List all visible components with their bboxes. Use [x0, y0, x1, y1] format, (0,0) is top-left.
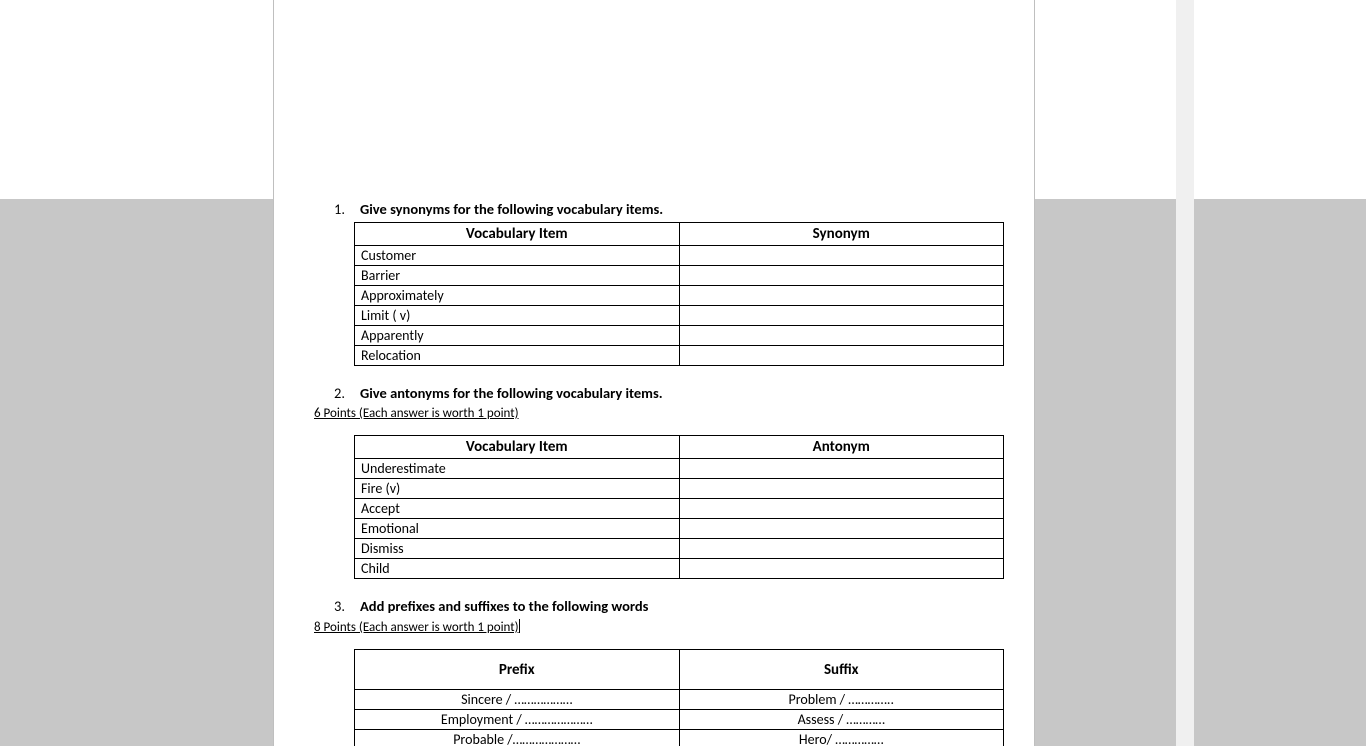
q3-points: 8 Points (Each answer is worth 1 point)	[314, 619, 994, 635]
cell[interactable]: Child	[355, 559, 680, 579]
cell[interactable]: Dismiss	[355, 539, 680, 559]
th-synonym: Synonym	[679, 223, 1004, 246]
th-vocab-item: Vocabulary Item	[355, 436, 680, 459]
th-suffix: Suffix	[679, 650, 1004, 690]
table-row: Apparently	[355, 326, 1004, 346]
cell[interactable]	[679, 326, 1004, 346]
th-antonym: Antonym	[679, 436, 1004, 459]
th-vocab-item: Vocabulary Item	[355, 223, 680, 246]
cell[interactable]	[679, 286, 1004, 306]
cell[interactable]	[679, 559, 1004, 579]
cell[interactable]: Hero/ ……………	[679, 730, 1004, 746]
cell[interactable]: Apparently	[355, 326, 680, 346]
cell[interactable]: Problem / …………..	[679, 690, 1004, 710]
vertical-scrollbar[interactable]	[1176, 0, 1194, 746]
cell[interactable]	[679, 539, 1004, 559]
cell[interactable]	[679, 519, 1004, 539]
th-prefix: Prefix	[355, 650, 680, 690]
q1-text: Give synonyms for the following vocabula…	[360, 200, 663, 218]
question-2: 2. Give antonyms for the following vocab…	[314, 384, 994, 579]
q1-number: 1.	[334, 200, 354, 218]
cell[interactable]	[679, 499, 1004, 519]
cell[interactable]: Approximately	[355, 286, 680, 306]
cell[interactable]	[679, 306, 1004, 326]
question-3: 3. Add prefixes and suffixes to the foll…	[314, 597, 994, 746]
table-header-row: Prefix Suffix	[355, 650, 1004, 690]
cell[interactable]	[679, 479, 1004, 499]
page-content: 1. Give synonyms for the following vocab…	[314, 0, 994, 746]
table-row: Relocation	[355, 346, 1004, 366]
cell[interactable]: Relocation	[355, 346, 680, 366]
cell[interactable]: Customer	[355, 246, 680, 266]
page-border-right	[1034, 0, 1035, 746]
cell[interactable]: Probable /…………………	[355, 730, 680, 746]
table-row: Accept	[355, 499, 1004, 519]
q2-number: 2.	[334, 384, 354, 402]
table-row: Probable /…………………Hero/ ……………	[355, 730, 1004, 746]
cell[interactable]: Employment / …………………	[355, 710, 680, 730]
table-row: Limit ( v)	[355, 306, 1004, 326]
table-synonyms: Vocabulary Item Synonym Customer Barrier…	[354, 222, 1004, 366]
table-row: Emotional	[355, 519, 1004, 539]
table-prefixes-suffixes: Prefix Suffix Sincere / ………………Problem / …	[354, 649, 1004, 746]
table-row: Employment / …………………Assess / …………	[355, 710, 1004, 730]
cell[interactable]: Barrier	[355, 266, 680, 286]
cell[interactable]: Accept	[355, 499, 680, 519]
table-row: Barrier	[355, 266, 1004, 286]
q2-points: 6 Points (Each answer is worth 1 point)	[314, 406, 994, 421]
q3-text: Add prefixes and suffixes to the followi…	[360, 597, 648, 615]
text-cursor	[519, 619, 520, 633]
table-row: Approximately	[355, 286, 1004, 306]
table-row: Dismiss	[355, 539, 1004, 559]
background-left	[0, 199, 192, 746]
table-row: Sincere / ………………Problem / …………..	[355, 690, 1004, 710]
table-header-row: Vocabulary Item Antonym	[355, 436, 1004, 459]
document-page: 1. Give synonyms for the following vocab…	[274, 0, 1034, 746]
table-antonyms: Vocabulary Item Antonym Underestimate Fi…	[354, 435, 1004, 579]
cell[interactable]: Fire (v)	[355, 479, 680, 499]
table-row: Child	[355, 559, 1004, 579]
table-header-row: Vocabulary Item Synonym	[355, 223, 1004, 246]
question-1: 1. Give synonyms for the following vocab…	[314, 200, 994, 366]
cell[interactable]: Assess / …………	[679, 710, 1004, 730]
cell[interactable]	[679, 266, 1004, 286]
cell[interactable]: Limit ( v)	[355, 306, 680, 326]
q3-number: 3.	[334, 597, 354, 615]
table-row: Underestimate	[355, 459, 1004, 479]
cell[interactable]: Underestimate	[355, 459, 680, 479]
table-row: Customer	[355, 246, 1004, 266]
table-row: Fire (v)	[355, 479, 1004, 499]
cell[interactable]	[679, 246, 1004, 266]
cell[interactable]: Emotional	[355, 519, 680, 539]
cell[interactable]	[679, 459, 1004, 479]
cell[interactable]	[679, 346, 1004, 366]
cell[interactable]: Sincere / ………………	[355, 690, 680, 710]
q2-text: Give antonyms for the following vocabula…	[360, 384, 663, 402]
